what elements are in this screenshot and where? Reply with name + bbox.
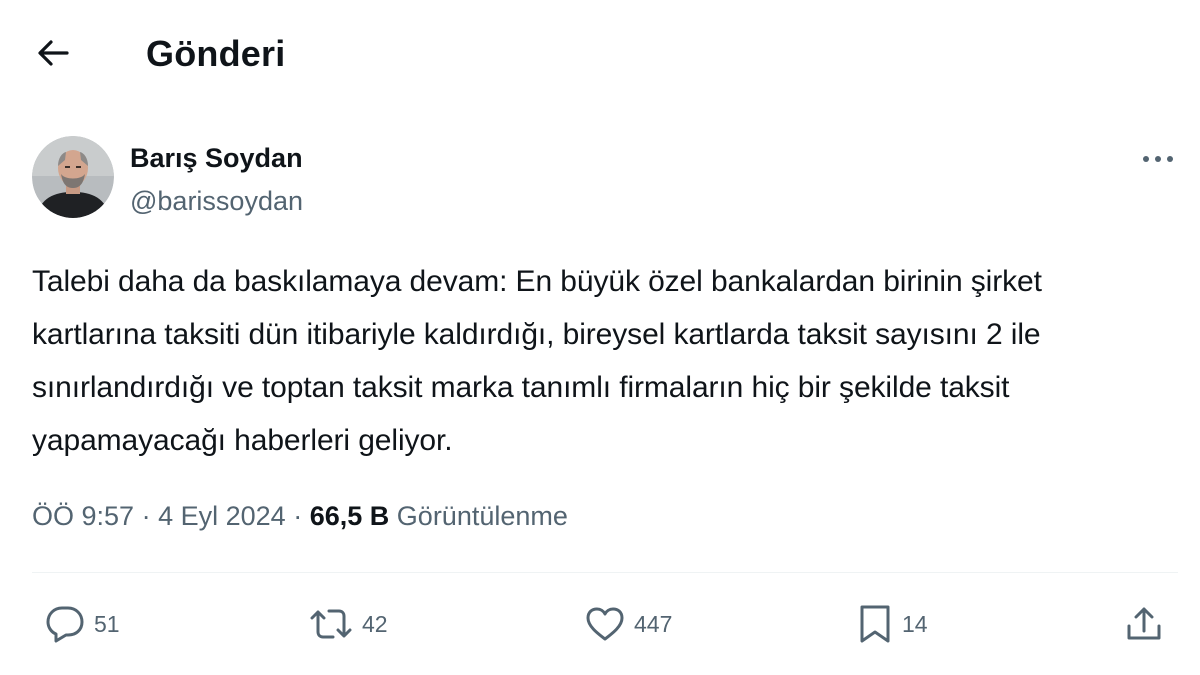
arrow-left-icon	[37, 39, 69, 72]
avatar[interactable]	[32, 136, 114, 218]
divider	[32, 572, 1178, 573]
author-handle[interactable]: @barissoydan	[130, 184, 303, 218]
post-page: Gönderi Barış Soydan @barissoydan Talebi…	[0, 0, 1200, 675]
share-button[interactable]	[1124, 602, 1164, 646]
views-count[interactable]: 66,5 B	[310, 501, 390, 531]
reply-button[interactable]: 51	[44, 602, 120, 646]
more-options-button[interactable]	[1138, 144, 1178, 174]
retweet-button[interactable]: 42	[308, 602, 388, 646]
bookmark-button[interactable]: 14	[856, 602, 928, 646]
page-title: Gönderi	[146, 33, 286, 74]
reply-count: 51	[94, 610, 120, 637]
meta-separator: ·	[141, 501, 151, 531]
like-count: 447	[634, 610, 673, 637]
tweet-date[interactable]: 4 Eyl 2024	[158, 501, 286, 531]
bookmark-icon	[856, 603, 894, 645]
reply-icon	[44, 604, 86, 644]
retweet-icon	[308, 604, 354, 644]
author-name[interactable]: Barış Soydan	[130, 141, 303, 175]
tweet-meta: ÖÖ 9:57 · 4 Eyl 2024 · 66,5 B Görüntülen…	[32, 498, 568, 534]
more-dots-icon	[1142, 150, 1174, 168]
like-button[interactable]: 447	[584, 602, 672, 646]
meta-separator: ·	[293, 501, 303, 531]
share-icon	[1124, 604, 1164, 644]
back-button[interactable]	[32, 34, 74, 76]
bookmark-count: 14	[902, 610, 928, 637]
retweet-count: 42	[362, 610, 388, 637]
tweet-time[interactable]: ÖÖ 9:57	[32, 501, 134, 531]
views-label: Görüntülenme	[396, 501, 568, 531]
heart-icon	[584, 605, 626, 643]
tweet-text: Talebi daha da baskılamaya devam: En büy…	[32, 265, 1042, 457]
